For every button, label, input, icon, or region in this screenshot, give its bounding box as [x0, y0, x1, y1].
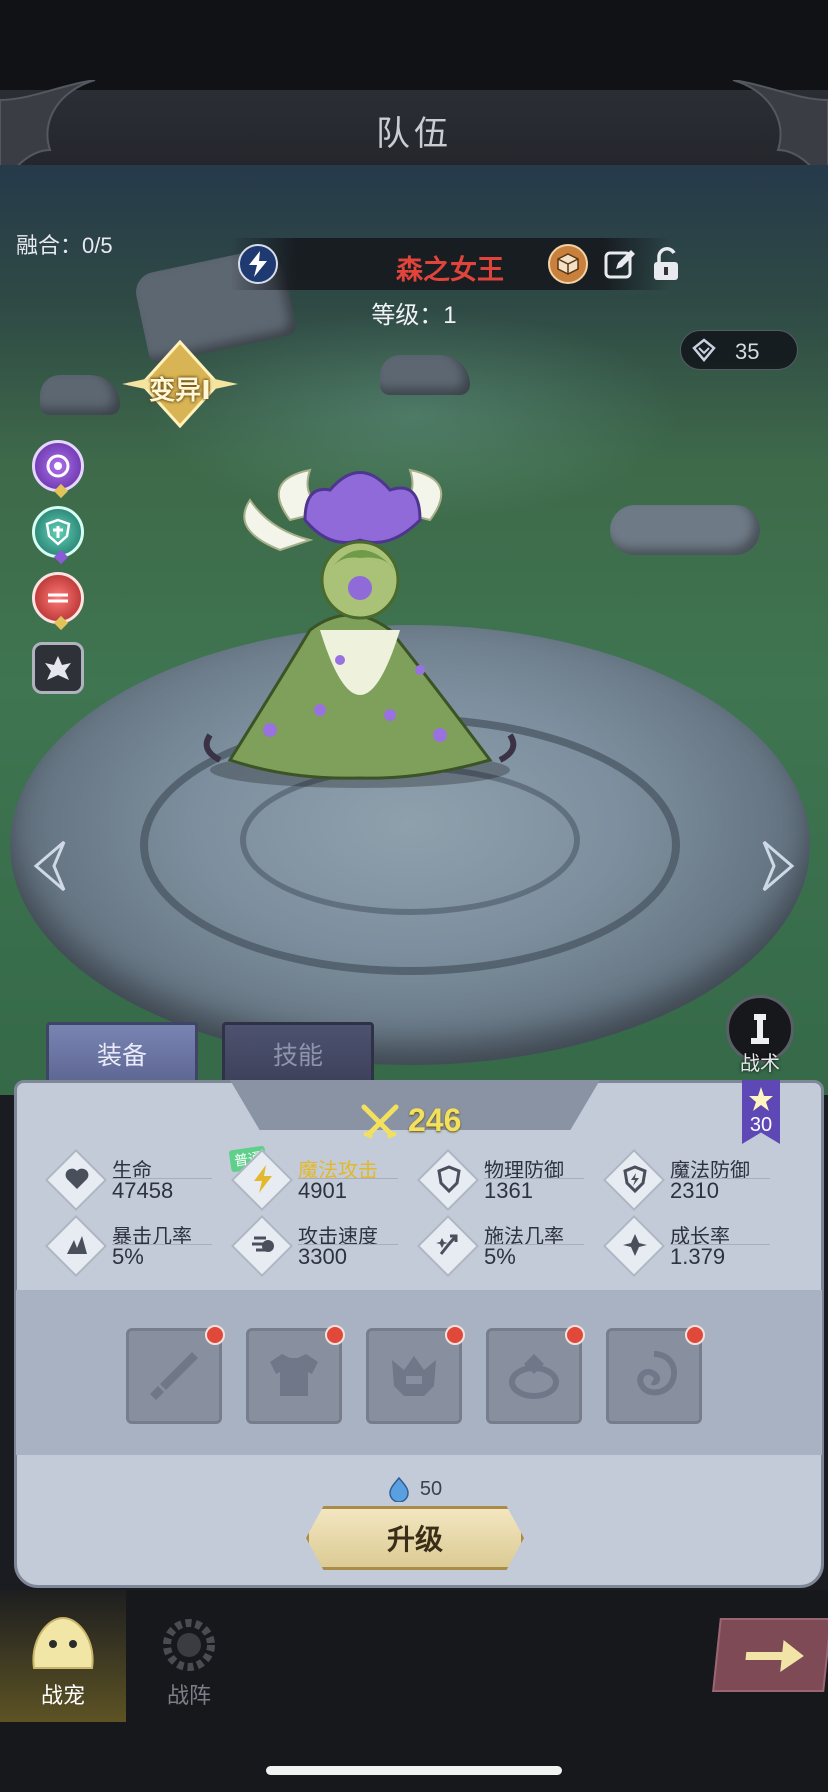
- shield-icon: [434, 1164, 464, 1194]
- combat-power-value: 246: [408, 1102, 462, 1138]
- crystal-icon: [692, 338, 716, 362]
- equip-slot-helmet[interactable]: [366, 1325, 465, 1424]
- magic-shield-icon: [620, 1164, 650, 1194]
- stat-value: 5%: [484, 1244, 516, 1269]
- equip-slot-ring[interactable]: [486, 1325, 585, 1424]
- rock: [610, 505, 760, 555]
- prev-pet-arrow[interactable]: [30, 838, 70, 894]
- status-bar: [0, 0, 828, 90]
- equipment-row: [16, 1290, 822, 1455]
- stat-value: 1361: [484, 1178, 533, 1203]
- stat-value: 5%: [112, 1244, 144, 1269]
- lightning-icon: [248, 1164, 278, 1194]
- equip-slot-armor[interactable]: [246, 1325, 345, 1424]
- stat-crit-rate: 暴击几率 5%: [44, 1214, 218, 1278]
- stat-value: 2310: [670, 1178, 719, 1203]
- rock: [380, 355, 470, 395]
- red-orb-icon[interactable]: [32, 572, 84, 631]
- essence-icon: [389, 1476, 409, 1502]
- gear-icon: [163, 1619, 215, 1671]
- pet-level: 等级：1: [371, 302, 457, 329]
- nav-formation[interactable]: 战阵: [126, 1590, 252, 1722]
- crossed-swords-icon: [361, 1104, 399, 1139]
- stat-hp: 生命 47458: [44, 1148, 218, 1212]
- pet-blob-icon: [32, 1616, 94, 1669]
- nav-label: 战阵: [166, 1683, 211, 1708]
- helmet-icon: [392, 1356, 436, 1396]
- cube-icon[interactable]: [548, 244, 588, 284]
- stat-magic-defense: 魔法防御 2310: [602, 1148, 776, 1212]
- cast-icon: [434, 1230, 464, 1260]
- lightning-icon[interactable]: [238, 244, 278, 284]
- armor-icon: [270, 1354, 318, 1396]
- arrow-right-icon: [745, 1640, 804, 1672]
- crit-icon: [62, 1230, 92, 1260]
- page-title: 队伍: [376, 115, 452, 153]
- magic-rune-icon[interactable]: [32, 440, 84, 499]
- star-icon: [749, 1087, 773, 1111]
- stat-growth-rate: 成长率 1.379: [602, 1214, 776, 1278]
- upgrade-cost-value: 50: [419, 1477, 443, 1500]
- stat-value: 4901: [298, 1178, 347, 1203]
- notification-dot: [685, 1325, 705, 1345]
- stat-attack-speed: 攻击速度 3300: [230, 1214, 404, 1278]
- equip-slot-charm[interactable]: [606, 1325, 705, 1424]
- tactic-label: 战术: [740, 1053, 780, 1075]
- combat-power: 246: [360, 1102, 461, 1139]
- speed-icon: [248, 1230, 278, 1260]
- growth-icon: [620, 1230, 650, 1260]
- stat-value: 3300: [298, 1244, 347, 1269]
- notification-dot: [565, 1325, 585, 1345]
- notification-dot: [205, 1325, 225, 1345]
- fusion-count: 融合：0/5: [16, 233, 113, 258]
- next-pet-arrow[interactable]: [758, 838, 798, 894]
- home-indicator[interactable]: [266, 1766, 562, 1775]
- stat-physical-defense: 物理防御 1361: [416, 1148, 590, 1212]
- soul-currency: 35: [680, 330, 798, 370]
- upgrade-cost: 50: [0, 1476, 828, 1502]
- notification-dot: [325, 1325, 345, 1345]
- silver-crest-icon[interactable]: [32, 642, 84, 694]
- nav-label: 战宠: [40, 1683, 85, 1708]
- mutation-label: 变异Ⅰ: [149, 375, 211, 405]
- tab-skills[interactable]: 技能: [222, 1022, 374, 1086]
- sword-icon: [150, 1352, 198, 1400]
- mutation-badge[interactable]: 变异Ⅰ: [120, 340, 240, 430]
- rock: [40, 375, 120, 415]
- ring-icon: [509, 1354, 559, 1399]
- tab-equipment[interactable]: 装备: [46, 1022, 198, 1086]
- stat-cast-rate: 施法几率 5%: [416, 1214, 590, 1278]
- next-arrow-button[interactable]: [712, 1618, 828, 1692]
- stat-magic-attack: 魔法攻击 4901: [230, 1148, 404, 1212]
- shield-cross-icon[interactable]: [32, 506, 84, 565]
- lock-open-icon[interactable]: [646, 244, 686, 284]
- equip-slot-weapon[interactable]: [126, 1325, 225, 1424]
- heart-icon: [62, 1164, 92, 1194]
- nav-pets[interactable]: 战宠: [0, 1590, 126, 1722]
- soul-currency-value: 35: [735, 339, 760, 364]
- charm-icon: [637, 1351, 677, 1396]
- notification-dot: [445, 1325, 465, 1345]
- forest-queen-sprite[interactable]: [190, 460, 530, 790]
- upgrade-button[interactable]: 升级: [306, 1506, 524, 1570]
- edit-icon[interactable]: [600, 244, 640, 284]
- stat-value: 47458: [112, 1178, 174, 1203]
- stat-value: 1.379: [670, 1244, 726, 1269]
